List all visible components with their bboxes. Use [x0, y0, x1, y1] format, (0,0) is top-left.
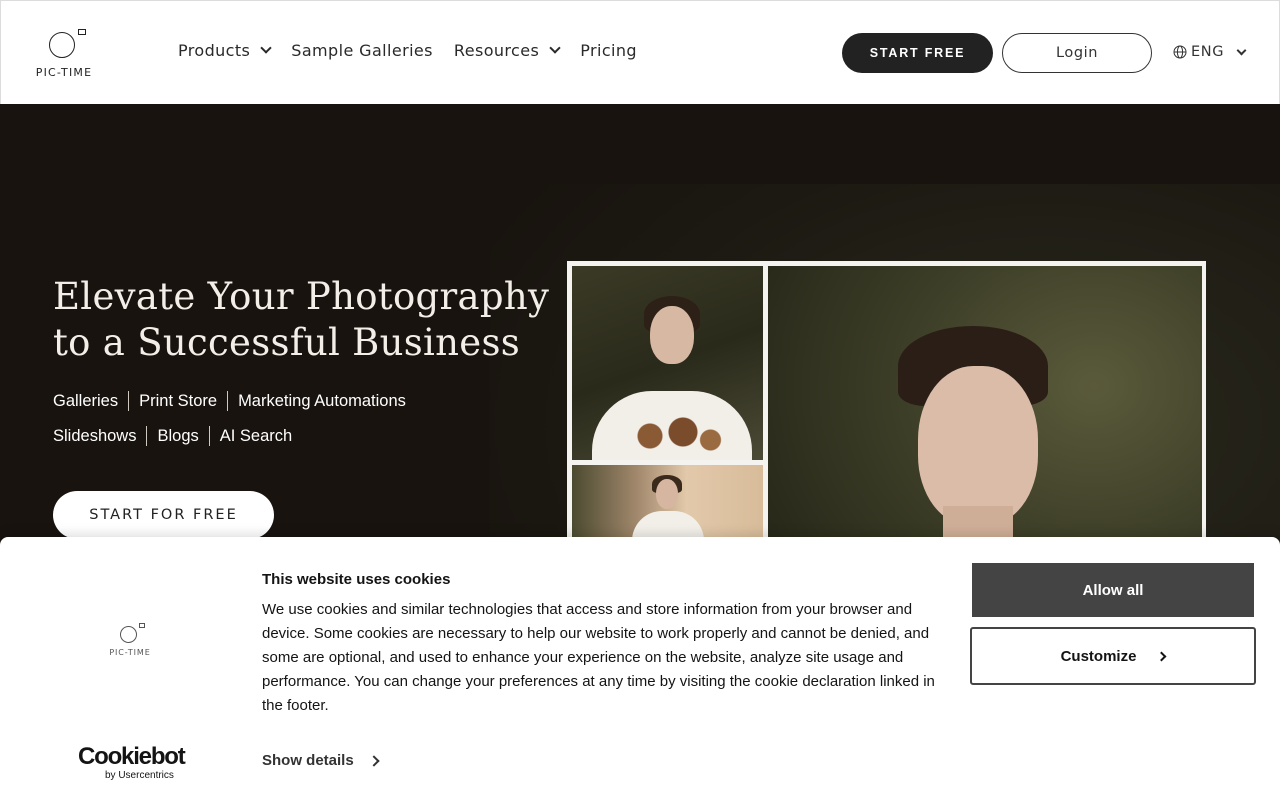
language-selector[interactable]: ENG [1173, 44, 1247, 60]
nav-item-sample-galleries[interactable]: Sample Galleries [291, 41, 433, 60]
cookiebot-sub: by Usercentrics [105, 770, 174, 781]
language-label: ENG [1191, 44, 1225, 60]
allow-all-button[interactable]: Allow all [972, 563, 1254, 617]
customize-label: Customize [1060, 647, 1137, 665]
dried-flowers [617, 416, 727, 456]
chevron-down-icon [1236, 45, 1247, 55]
feature-link-blogs[interactable]: Blogs [157, 427, 198, 446]
feature-links-row-1: Galleries Print Store Marketing Automati… [53, 391, 406, 411]
logo-text: PIC-TIME [35, 66, 93, 79]
face [918, 366, 1038, 526]
nav-item-label: Resources [453, 41, 540, 60]
divider [227, 391, 229, 411]
nav-item-resources[interactable]: Resources [453, 41, 561, 60]
feature-link-print-store[interactable]: Print Store [139, 392, 217, 411]
feature-link-galleries[interactable]: Galleries [53, 392, 118, 411]
hero-title-line-2: to a Successful Business [53, 321, 521, 364]
chevron-down-icon [260, 42, 272, 54]
divider [146, 426, 148, 446]
nav-item-label: Sample Galleries [291, 41, 433, 60]
logo-square-mark [78, 29, 86, 35]
main-nav: Products Sample Galleries Resources Pric… [178, 41, 658, 60]
customize-button[interactable]: Customize [970, 627, 1256, 685]
nav-item-products[interactable]: Products [178, 41, 272, 60]
chevron-right-icon [1156, 651, 1167, 661]
cookiebot-name: Cookiebot [78, 743, 186, 770]
pictime-logo[interactable]: PIC-TIME [27, 28, 101, 80]
show-details-label: Show details [262, 752, 354, 769]
cookie-consent-banner: PIC-TIME This website uses cookies We us… [0, 537, 1280, 800]
globe-icon [1173, 45, 1187, 59]
site-header: PIC-TIME Products Sample Galleries Resou… [0, 0, 1280, 104]
cookie-title: This website uses cookies [262, 571, 451, 588]
cookiebot-logo[interactable]: Cookiebot by Usercentrics [78, 743, 188, 782]
feature-link-slideshows[interactable]: Slideshows [53, 427, 136, 446]
face [656, 479, 678, 509]
chevron-right-icon [368, 754, 380, 767]
chevron-down-icon [549, 42, 561, 54]
logo-circle-mark [120, 626, 137, 643]
feature-links-row-2: Slideshows Blogs AI Search [53, 426, 292, 446]
nav-item-label: Pricing [580, 41, 637, 60]
logo-text: PIC-TIME [109, 648, 151, 657]
face [650, 306, 694, 364]
feature-link-ai-search[interactable]: AI Search [220, 427, 292, 446]
divider [208, 426, 210, 446]
hero-title-line-1: Elevate Your Photography [53, 275, 550, 318]
nav-item-label: Products [178, 41, 251, 60]
divider [128, 391, 130, 411]
hero-title: Elevate Your Photography to a Successful… [53, 274, 549, 366]
start-for-free-button[interactable]: START FOR FREE [53, 491, 274, 539]
show-details-link[interactable]: Show details [262, 752, 380, 769]
logo-circle-mark [49, 32, 75, 58]
feature-link-marketing-automations[interactable]: Marketing Automations [238, 392, 406, 411]
cookie-banner-logo: PIC-TIME [106, 622, 154, 658]
login-button[interactable]: Login [1002, 33, 1152, 73]
nav-item-pricing[interactable]: Pricing [580, 41, 637, 60]
logo-square-mark [139, 623, 145, 628]
cookie-description: We use cookies and similar technologies … [262, 601, 935, 714]
portrait-photo-small-top [572, 266, 763, 460]
start-free-button[interactable]: START FREE [842, 33, 993, 73]
